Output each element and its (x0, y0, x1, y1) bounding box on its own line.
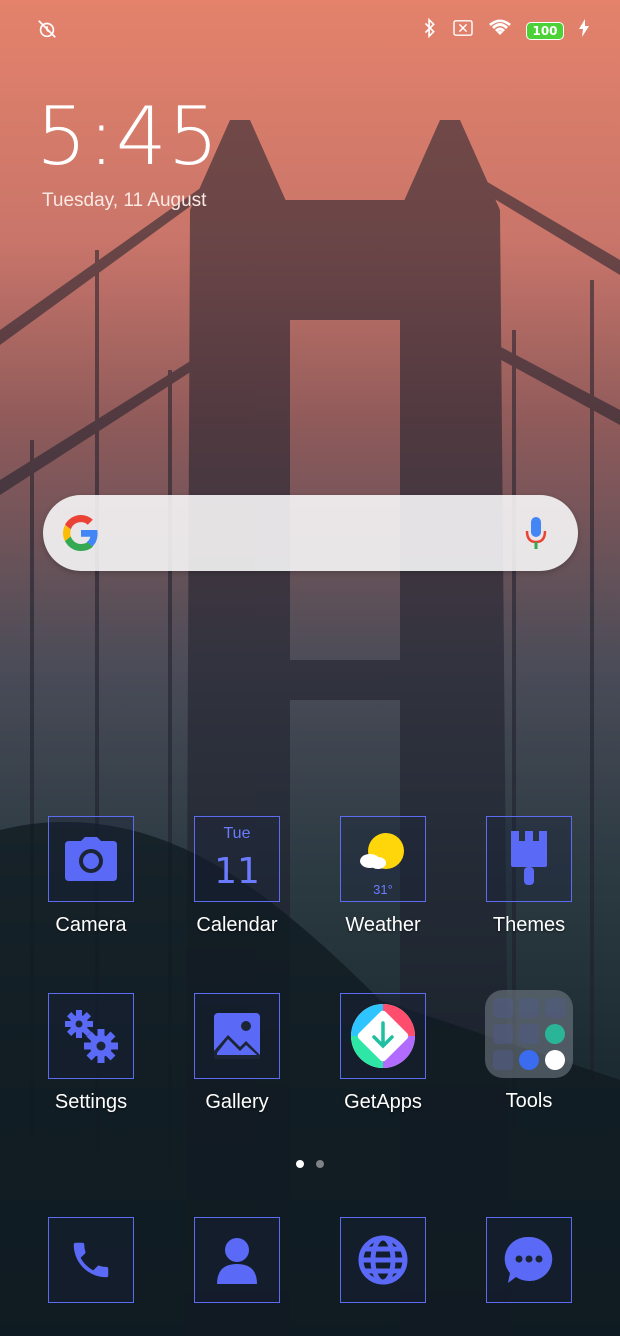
mic-icon[interactable] (524, 515, 548, 551)
mini-app-icon (545, 1050, 565, 1070)
google-search-bar[interactable] (43, 495, 578, 571)
app-label: Calendar (196, 914, 278, 936)
app-weather[interactable]: 31° Weather (323, 816, 443, 937)
page-indicator (0, 1160, 620, 1168)
mini-app-icon (519, 998, 539, 1018)
mini-app-icon (545, 1024, 565, 1044)
camera-icon[interactable] (48, 816, 134, 902)
page-dot-active (296, 1160, 304, 1168)
app-label: Camera (55, 914, 127, 936)
dock-messages[interactable] (486, 1217, 572, 1303)
clock-date[interactable]: Tuesday, 11 August (42, 190, 206, 212)
dock-phone[interactable] (48, 1217, 134, 1303)
image-icon[interactable] (194, 993, 280, 1079)
weather-temp: 31° (373, 882, 393, 897)
app-gallery[interactable]: Gallery (177, 993, 297, 1114)
app-label: Gallery (205, 1091, 269, 1113)
app-label: Themes (492, 914, 566, 936)
battery-indicator: 100 (526, 21, 564, 40)
app-settings[interactable]: Settings (31, 993, 151, 1114)
contact-icon (217, 1238, 257, 1284)
app-label: Tools (505, 1090, 553, 1112)
google-logo (63, 515, 98, 551)
mini-app-icon (545, 998, 565, 1018)
alarm-off-icon (36, 18, 58, 45)
gears-icon[interactable] (48, 993, 134, 1079)
status-icons: 100 (422, 17, 590, 44)
app-calendar[interactable]: Tue 11 Calendar (177, 816, 297, 937)
mini-app-icon (519, 1024, 539, 1044)
phone-icon (73, 1242, 109, 1278)
app-folder-tools[interactable]: Tools (469, 990, 589, 1113)
calendar-icon[interactable]: Tue 11 (194, 816, 280, 902)
bluetooth-icon (422, 17, 438, 44)
calendar-day: Tue (223, 825, 251, 842)
dock-contacts[interactable] (194, 1217, 280, 1303)
app-label: Weather (345, 914, 421, 936)
calendar-date: 11 (214, 851, 260, 892)
weather-sun-icon[interactable]: 31° (340, 816, 426, 902)
mini-app-icon (493, 1024, 513, 1044)
app-camera[interactable]: Camera (31, 816, 151, 937)
folder-icon[interactable] (485, 990, 573, 1078)
mini-app-icon (519, 1050, 539, 1070)
wifi-icon (488, 19, 512, 42)
brush-icon[interactable] (486, 816, 572, 902)
charging-bolt-icon (578, 19, 590, 42)
app-label: Settings (54, 1091, 128, 1113)
mini-app-icon (493, 998, 513, 1018)
app-themes[interactable]: Themes (469, 816, 589, 937)
dock-browser[interactable] (340, 1217, 426, 1303)
app-getapps[interactable]: GetApps (323, 993, 443, 1114)
mini-app-icon (493, 1050, 513, 1070)
globe-icon (358, 1235, 408, 1285)
getapps-icon[interactable] (340, 993, 426, 1079)
status-bar: 100 (0, 0, 620, 58)
message-icon (504, 1236, 553, 1283)
app-label: GetApps (344, 1091, 422, 1113)
no-sim-icon (452, 19, 474, 42)
page-dot (316, 1160, 324, 1168)
clock-time[interactable]: 5:45 (36, 92, 220, 182)
